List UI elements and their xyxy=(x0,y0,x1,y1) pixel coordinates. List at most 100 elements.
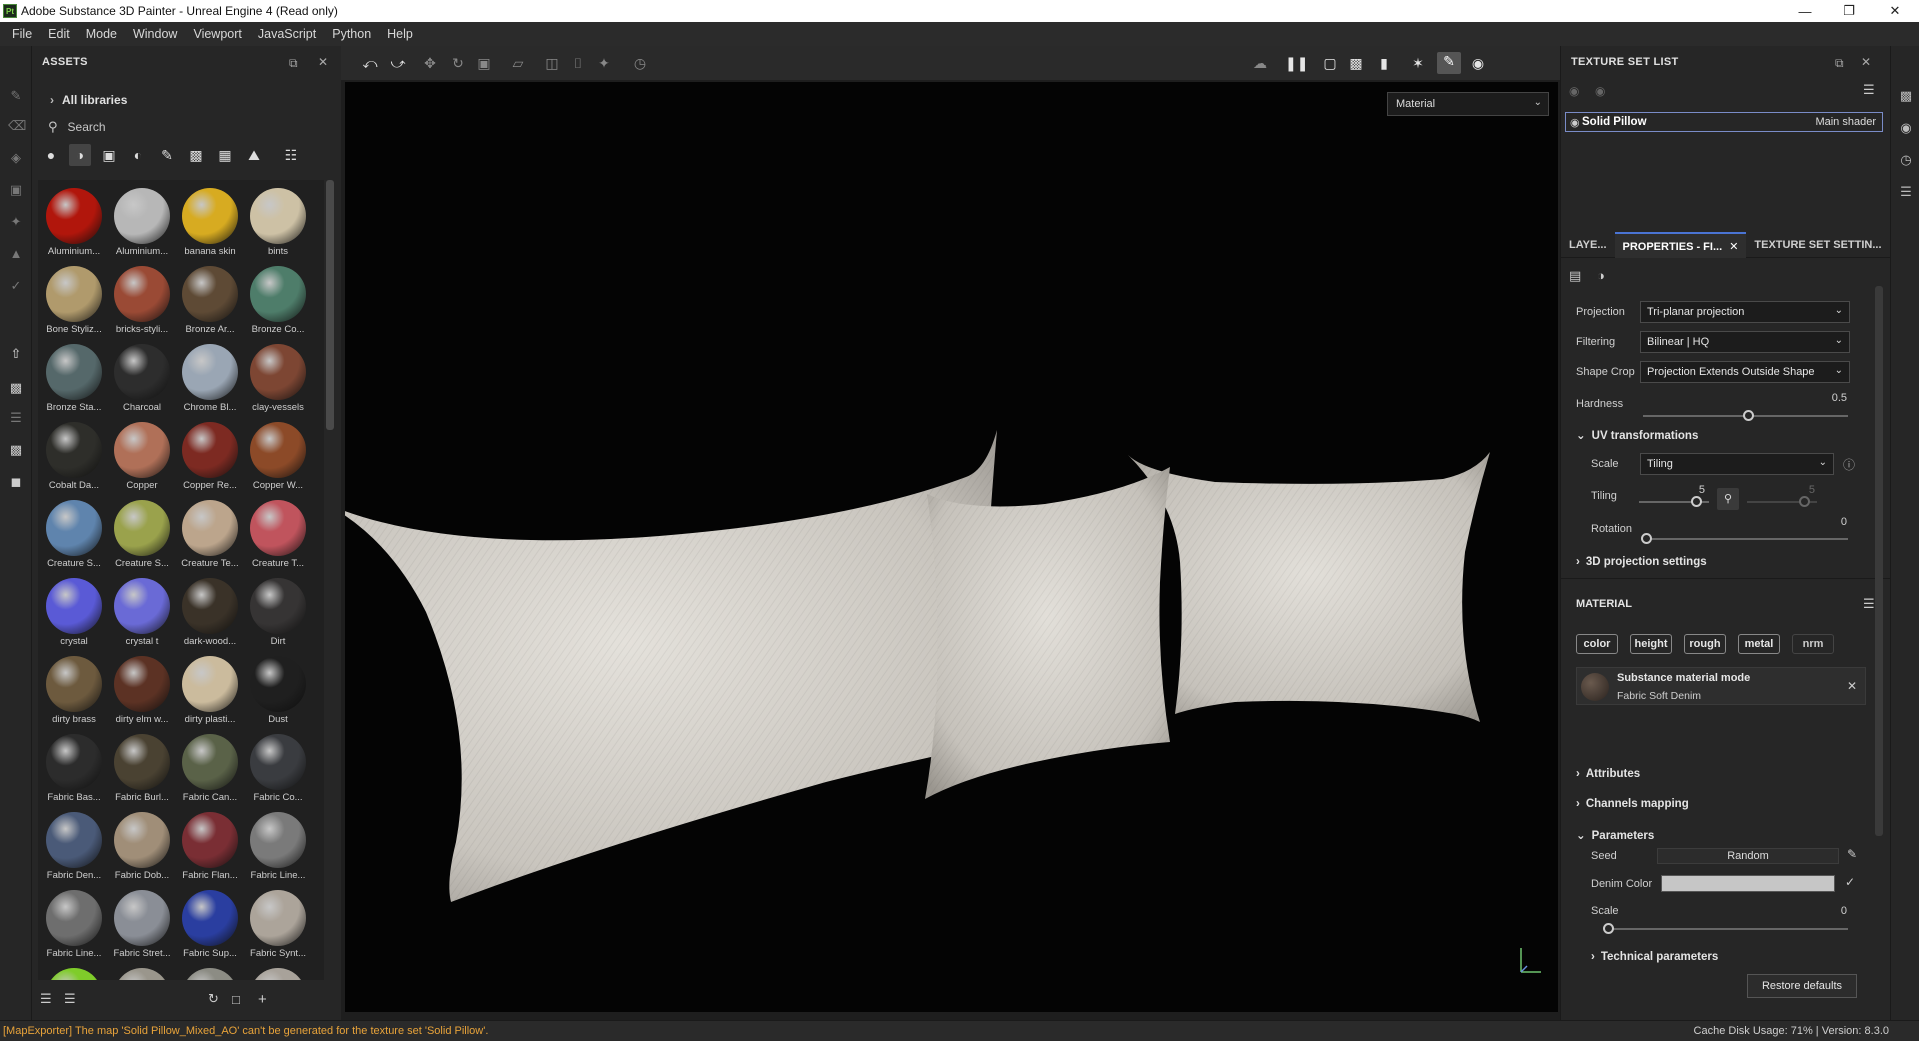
move-icon[interactable]: ✥ xyxy=(421,54,439,72)
visible-eye-icon[interactable]: ◉ xyxy=(1570,116,1580,129)
material-tile[interactable]: Copper W... xyxy=(244,418,312,496)
paint-brush-icon[interactable]: ✎ xyxy=(8,88,24,104)
3d-view-icon[interactable]: ▩ xyxy=(1347,54,1365,72)
material-tile[interactable]: crystal xyxy=(40,574,108,652)
material-tile[interactable]: Fabric Flan... xyxy=(176,808,244,886)
texture-icon[interactable]: ◼ xyxy=(8,474,24,490)
material-tile[interactable]: Aluminium... xyxy=(40,184,108,262)
projection-dropdown[interactable]: Tri-planar projection ⌄ xyxy=(1640,301,1850,323)
material-tile[interactable]: Bronze Ar... xyxy=(176,262,244,340)
material-tile[interactable]: dirty plasti... xyxy=(176,652,244,730)
material-tile[interactable]: Fabric Sup... xyxy=(176,886,244,964)
undock-icon[interactable]: ⧉ xyxy=(289,56,298,71)
projection-icon[interactable]: ◈ xyxy=(8,150,24,166)
material-tile[interactable]: Bronze Sta... xyxy=(40,340,108,418)
history-icon[interactable]: ◷ xyxy=(631,54,649,72)
symmetry-icon[interactable]: ◫ xyxy=(543,54,561,72)
all-filters-icon[interactable]: ☷ xyxy=(280,144,302,166)
material-tile[interactable]: Creature T... xyxy=(244,496,312,574)
rotation-slider[interactable] xyxy=(1643,538,1848,540)
snap-icon[interactable]: ✦ xyxy=(595,54,613,72)
2d-view-icon[interactable]: ▢ xyxy=(1321,54,1339,72)
material-tile[interactable]: Aluminium... xyxy=(108,184,176,262)
material-tile[interactable] xyxy=(40,964,108,980)
tab-properties[interactable]: PROPERTIES - FI... ✕ xyxy=(1614,231,1747,258)
screenshot-icon[interactable]: ◉ xyxy=(1469,54,1487,72)
material-tile[interactable]: Fabric Stret... xyxy=(108,886,176,964)
material-tile[interactable]: Fabric Bas... xyxy=(40,730,108,808)
material-tile[interactable]: Fabric Dob... xyxy=(108,808,176,886)
history-icon[interactable]: ◷ xyxy=(1898,152,1914,168)
material-picker-icon[interactable]: ▩ xyxy=(8,442,24,458)
material-sphere-icon[interactable]: ◑ xyxy=(1597,268,1605,283)
eye-icon[interactable]: ◉ xyxy=(1595,84,1605,98)
align-icon[interactable]: ⌷ xyxy=(569,54,587,72)
generators-filter-icon[interactable]: ◐ xyxy=(127,144,149,166)
shelf-icon[interactable]: ▩ xyxy=(1898,88,1914,104)
material-tile[interactable]: Creature Te... xyxy=(176,496,244,574)
lock-icon[interactable]: ⚲ xyxy=(1717,488,1739,510)
menu-mode[interactable]: Mode xyxy=(78,27,125,41)
material-tile[interactable]: Bronze Co... xyxy=(244,262,312,340)
menu-window[interactable]: Window xyxy=(125,27,185,41)
refresh-icon[interactable]: ↻ xyxy=(208,991,219,1007)
smart-materials-filter-icon[interactable]: ◑ xyxy=(69,144,91,166)
material-tile[interactable]: dirty brass xyxy=(40,652,108,730)
tab-layers[interactable]: LAYE... xyxy=(1561,232,1615,258)
material-tile[interactable]: Charcoal xyxy=(108,340,176,418)
channel-color[interactable]: color xyxy=(1576,634,1618,654)
display-settings-icon[interactable]: ◉ xyxy=(1898,120,1914,136)
param-scale-knob[interactable] xyxy=(1603,923,1614,934)
add-icon[interactable]: + xyxy=(258,991,267,1008)
material-tile[interactable]: dark-wood... xyxy=(176,574,244,652)
channel-height[interactable]: height xyxy=(1630,634,1672,654)
cube-icon[interactable]: ▱ xyxy=(509,54,527,72)
minimize-icon[interactable]: — xyxy=(1782,0,1828,22)
materials-filter-icon[interactable]: ● xyxy=(40,144,62,166)
close-window-icon[interactable]: ✕ xyxy=(1872,0,1918,22)
eyedropper-icon[interactable]: ✓ xyxy=(1845,875,1855,889)
transform-options-icon[interactable]: ⤻ xyxy=(389,54,407,72)
material-tile[interactable]: banana skin xyxy=(176,184,244,262)
technical-parameters-header[interactable]: › Technical parameters xyxy=(1591,951,1718,963)
material-tile[interactable]: Copper Re... xyxy=(176,418,244,496)
material-tile[interactable]: Dirt xyxy=(244,574,312,652)
material-tile[interactable]: Copper xyxy=(108,418,176,496)
particles-filter-icon[interactable]: ▩ xyxy=(185,144,207,166)
menu-file[interactable]: File xyxy=(4,27,40,41)
channel-metal[interactable]: metal xyxy=(1738,634,1780,654)
camera-icon[interactable]: ▮ xyxy=(1375,54,1393,72)
brushes-filter-icon[interactable]: ✎ xyxy=(156,144,178,166)
scale-icon[interactable]: ▣ xyxy=(475,54,493,72)
material-tile[interactable] xyxy=(244,964,312,980)
material-tile[interactable]: bints xyxy=(244,184,312,262)
channel-rough[interactable]: rough xyxy=(1684,634,1726,654)
rotation-knob[interactable] xyxy=(1641,533,1652,544)
param-scale-slider[interactable] xyxy=(1605,928,1848,930)
close-tab-icon[interactable]: ✕ xyxy=(1729,241,1738,253)
material-tile[interactable]: Fabric Line... xyxy=(40,886,108,964)
menu-help[interactable]: Help xyxy=(379,27,421,41)
material-tile[interactable]: bricks-styli... xyxy=(108,262,176,340)
material-tile[interactable]: Fabric Den... xyxy=(40,808,108,886)
tiling-knob[interactable] xyxy=(1691,496,1702,507)
pause-icon[interactable]: ❚❚ xyxy=(1285,54,1308,72)
material-tile[interactable]: Creature S... xyxy=(108,496,176,574)
uv-tool-icon[interactable]: ▩ xyxy=(8,380,24,396)
menu-edit[interactable]: Edit xyxy=(40,27,78,41)
material-tile[interactable]: crystal t xyxy=(108,574,176,652)
properties-scrollbar[interactable] xyxy=(1875,286,1883,836)
textures-filter-icon[interactable]: ▦ xyxy=(214,144,236,166)
material-tile[interactable]: Fabric Can... xyxy=(176,730,244,808)
viewport-mode-select[interactable]: Material ⌄ xyxy=(1387,92,1549,116)
seed-random-button[interactable]: Random xyxy=(1657,848,1839,864)
menu-python[interactable]: Python xyxy=(324,27,379,41)
menu-icon[interactable]: ☰ xyxy=(1863,82,1875,98)
material-tile[interactable]: Fabric Burl... xyxy=(108,730,176,808)
export-icon[interactable]: ☰ xyxy=(8,410,24,426)
hardness-knob[interactable] xyxy=(1743,410,1754,421)
menu-viewport[interactable]: Viewport xyxy=(185,27,249,41)
restore-icon[interactable]: ❐ xyxy=(1826,0,1872,22)
clone-stamp-icon[interactable]: ▲ xyxy=(8,246,24,262)
folder-icon[interactable]: □ xyxy=(232,992,240,1007)
